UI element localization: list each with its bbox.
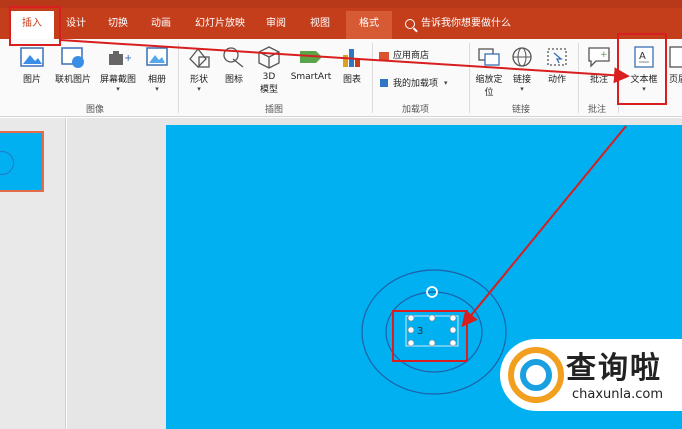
link-button[interactable]: 链接 ▾ (508, 45, 536, 93)
action-button[interactable]: 动作 (542, 45, 572, 85)
tab-transitions[interactable]: 切换 (100, 12, 136, 36)
comment-icon: + (588, 47, 610, 68)
icons-button[interactable]: 图标 (220, 45, 248, 85)
chart-label: 图表 (342, 75, 361, 85)
group-separator (372, 43, 373, 113)
action-icon (547, 48, 567, 66)
chevron-down-icon: ▾ (116, 85, 120, 93)
addins-icon (380, 78, 388, 87)
screenshot-button[interactable]: + 屏幕截图 ▾ (96, 45, 140, 93)
zoom-label-line1: 缩放定 (475, 75, 503, 85)
smartart-label: SmartArt (290, 72, 332, 82)
camera-icon: + (109, 51, 131, 65)
tab-animations[interactable]: 动画 (143, 12, 179, 36)
online-picture-button[interactable]: 联机图片 (52, 45, 94, 85)
svg-text:+: + (600, 50, 608, 60)
3d-model-label-line1: 3D (262, 72, 276, 82)
slide-thumbnail-pane (0, 118, 66, 429)
watermark-logo (508, 347, 564, 403)
zoom-label-line2: 位 (484, 88, 494, 98)
tab-slideshow[interactable]: 幻灯片放映 (187, 12, 253, 36)
tell-me-text: 告诉我你想要做什么 (421, 18, 511, 29)
group-label-illustrations: 插图 (265, 105, 284, 115)
group-separator (469, 43, 470, 113)
thumbnail-circle (0, 151, 14, 175)
globe-icon (512, 47, 532, 67)
online-picture-icon (61, 47, 84, 68)
ribbon-tab-bar: 插入 设计 切换 动画 幻灯片放映 审阅 视图 格式 告诉我你想要做什么 (0, 0, 682, 39)
slide-thumbnail[interactable] (0, 131, 44, 192)
album-label: 相册 (147, 75, 166, 85)
3d-model-button[interactable]: 3D 模型 (254, 45, 284, 95)
group-label-links: 链接 (512, 105, 531, 115)
group-separator (178, 43, 179, 113)
group-separator (578, 43, 579, 113)
screenshot-label: 屏幕截图 (99, 75, 136, 85)
store-label: 应用商店 (393, 51, 430, 61)
tell-me-search[interactable]: 告诉我你想要做什么 (405, 12, 511, 36)
icons-icon (223, 47, 244, 68)
my-addins-label: 我的加载项 (393, 79, 439, 89)
action-label: 动作 (547, 75, 566, 85)
svg-text:+: + (124, 53, 131, 64)
watermark-title: 查询啦 (566, 351, 662, 386)
annotation-box-insert-tab (9, 6, 61, 46)
store-icon (379, 51, 389, 60)
shapes-label: 形状 (189, 75, 208, 85)
store-button[interactable]: 应用商店 (378, 48, 468, 61)
3d-model-label-line2: 模型 (259, 85, 278, 95)
zoom-icon (478, 48, 500, 66)
tab-design[interactable]: 设计 (58, 12, 94, 36)
annotation-box-slide-textbox (392, 310, 468, 362)
group-label-addins: 加载项 (402, 105, 430, 115)
my-addins-button[interactable]: 我的加载项 ▾ (378, 76, 468, 89)
watermark-url: chaxunla.com (572, 387, 663, 402)
header-icon (669, 46, 682, 68)
chart-icon (343, 49, 360, 67)
shapes-icon (189, 47, 210, 68)
picture-label: 图片 (22, 75, 41, 85)
icons-label: 图标 (224, 75, 243, 85)
tab-view[interactable]: 视图 (302, 12, 338, 36)
tab-format[interactable]: 格式 (346, 11, 392, 39)
smartart-button[interactable]: SmartArt (288, 45, 334, 82)
comment-label: 批注 (589, 75, 608, 85)
header-button[interactable]: 页眉 (666, 45, 682, 85)
album-button[interactable]: 相册 ▾ (142, 45, 172, 93)
online-picture-label: 联机图片 (54, 75, 91, 85)
zoom-button[interactable]: 缩放定 位 (472, 45, 506, 98)
group-label-comments: 批注 (588, 105, 607, 115)
album-icon (146, 47, 168, 66)
search-icon (405, 19, 415, 29)
watermark-logo-ring (520, 359, 552, 391)
tab-review[interactable]: 审阅 (258, 12, 294, 36)
watermark: 查询啦 chaxunla.com (500, 339, 682, 411)
chevron-down-icon: ▾ (197, 85, 201, 93)
shapes-button[interactable]: 形状 ▾ (184, 45, 214, 93)
picture-icon (20, 47, 44, 67)
chevron-down-icon: ▾ (520, 85, 524, 93)
picture-button[interactable]: 图片 (14, 45, 50, 85)
chart-button[interactable]: 图表 (338, 45, 366, 85)
smartart-icon (300, 51, 322, 63)
title-bar (0, 0, 682, 8)
link-label: 链接 (512, 75, 531, 85)
ribbon: 图片 联机图片 + 屏幕截图 ▾ 相册 ▾ 图像 形状 ▾ 图标 3D 模型 S… (0, 39, 682, 117)
header-label: 页眉 (668, 75, 682, 85)
chevron-down-icon: ▾ (444, 78, 448, 87)
annotation-box-textbox (617, 33, 667, 105)
group-label-images: 图像 (86, 105, 105, 115)
comment-button[interactable]: + 批注 (584, 45, 614, 85)
chevron-down-icon: ▾ (155, 85, 159, 93)
cube-icon (258, 46, 280, 69)
